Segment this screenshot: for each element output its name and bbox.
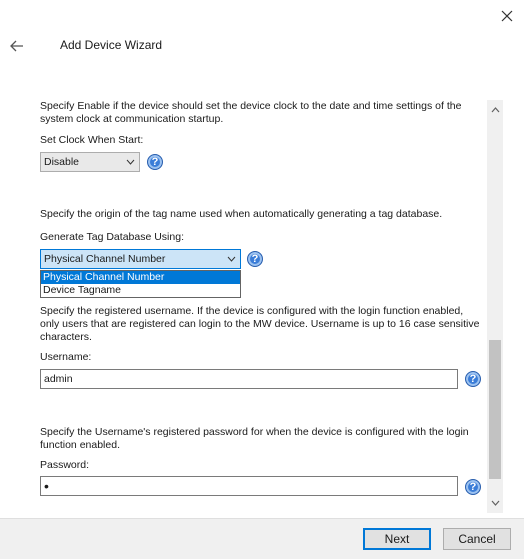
username-description: Specify the registered username. If the … [40,305,480,343]
next-button[interactable]: Next [363,528,431,550]
cancel-button[interactable]: Cancel [443,528,511,550]
clock-description: Specify Enable if the device should set … [40,100,462,125]
tagdb-select[interactable]: Physical Channel Number [40,249,241,269]
clock-label: Set Clock When Start: [40,134,144,146]
set-clock-value: Disable [44,156,80,168]
password-label: Password: [40,459,90,471]
chevron-down-icon [491,500,499,506]
vertical-scrollbar[interactable] [487,100,503,513]
help-icon[interactable]: ? [247,251,263,267]
password-input[interactable]: • [40,476,458,496]
back-button[interactable] [6,36,28,56]
arrow-left-icon [10,40,23,52]
chevron-down-icon [123,153,137,171]
username-input[interactable]: admin [40,369,458,389]
scroll-thumb[interactable] [489,340,501,479]
tagdb-dropdown-list: Physical Channel Number Device Tagname [40,270,241,298]
scroll-up-button[interactable] [487,102,503,118]
dropdown-option-physical-channel[interactable]: Physical Channel Number [41,271,240,284]
username-label: Username: [40,351,92,363]
help-icon[interactable]: ? [147,154,163,170]
password-description: Specify the Username's registered passwo… [40,426,469,451]
chevron-down-icon [224,250,238,268]
scroll-down-button[interactable] [487,495,503,511]
tagdb-label: Generate Tag Database Using: [40,231,184,243]
chevron-up-icon [491,107,499,113]
wizard-title: Add Device Wizard [60,38,163,52]
set-clock-select[interactable]: Disable [40,152,140,172]
dropdown-option-device-tagname[interactable]: Device Tagname [41,284,240,297]
close-icon [501,10,513,22]
tagdb-value: Physical Channel Number [44,253,166,265]
help-icon[interactable]: ? [465,479,481,495]
tagdb-description: Specify the origin of the tag name used … [40,208,443,220]
close-button[interactable] [496,6,518,26]
help-icon[interactable]: ? [465,371,481,387]
wizard-footer: Next Cancel [0,518,524,559]
